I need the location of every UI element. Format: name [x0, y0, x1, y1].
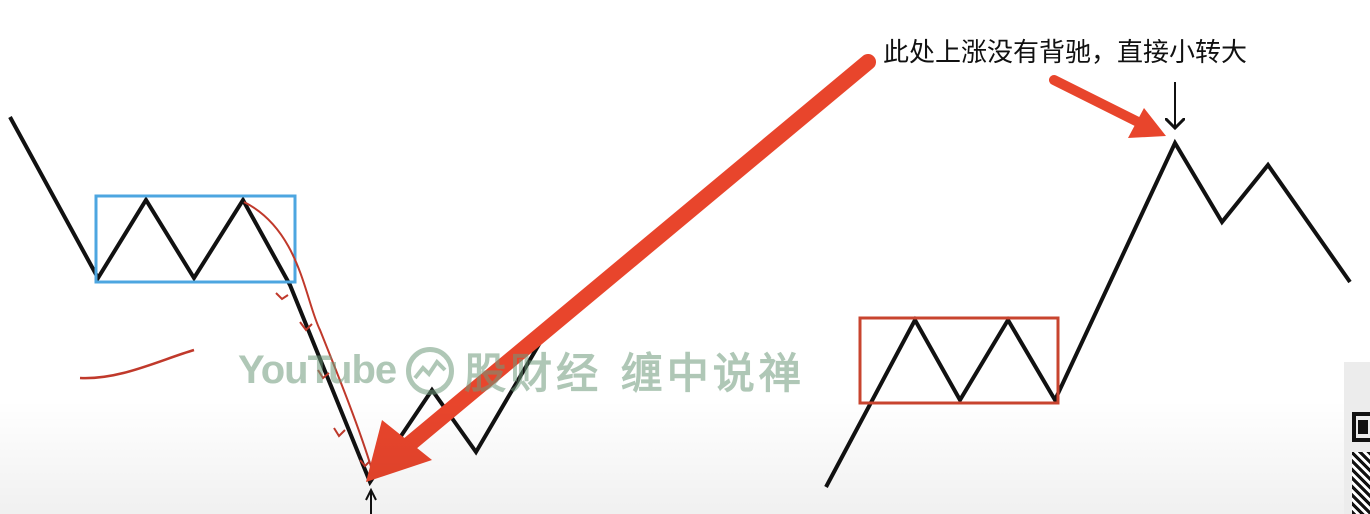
- channel-logo-icon: [406, 346, 455, 395]
- low-pointer-arrow: [365, 487, 377, 514]
- price-pattern-diagram: [8, 54, 1352, 514]
- watermark-platform: YouTube: [238, 348, 397, 392]
- red-peak-arrow: [1049, 75, 1166, 138]
- red-consolidation-box: [858, 316, 1060, 405]
- qr-code-icon: [1352, 412, 1370, 514]
- right-price-path: [824, 138, 1352, 488]
- diagram-canvas: 此处上涨没有背驰，直接小转大 YouTube 股财经 缠中说禅: [0, 0, 1370, 514]
- watermark-channel: 股财经 缠中说禅: [464, 349, 805, 398]
- annotation-label: 此处上涨没有背驰，直接小转大: [883, 38, 1248, 68]
- watermark: YouTube 股财经 缠中说禅: [238, 340, 805, 401]
- handwritten-curve: [243, 201, 373, 471]
- red-diagonal-arrow: [366, 54, 876, 482]
- handwritten-stroke: [79, 348, 195, 380]
